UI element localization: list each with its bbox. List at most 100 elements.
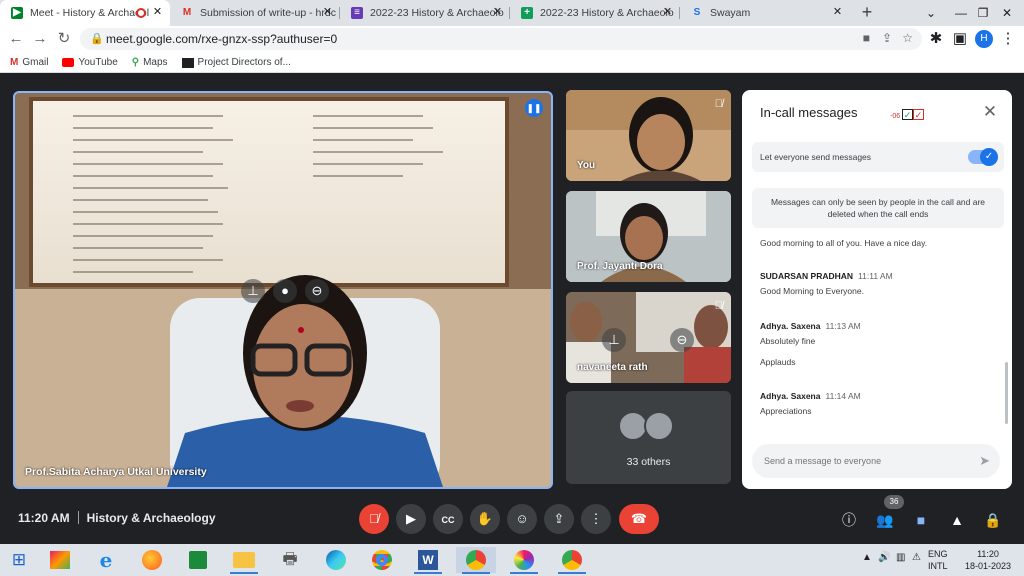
bookmark-gmail[interactable]: M Gmail xyxy=(10,57,48,68)
speaking-indicator-icon: ❚❚ xyxy=(525,99,543,117)
close-tab-icon[interactable]: ✕ xyxy=(321,6,334,19)
taskbar-chrome-2[interactable] xyxy=(552,547,592,574)
tab-title: 2022-23 History & Archaeolo xyxy=(540,7,674,19)
send-icon[interactable]: ➤ xyxy=(979,453,990,469)
language-indicator[interactable]: ENG INTL xyxy=(928,548,948,572)
message-sender: Adhya. Saxena xyxy=(760,321,821,331)
participants-count-badge: 36 xyxy=(884,495,904,509)
printer-icon: 🖶 xyxy=(282,551,298,568)
taskbar-app-media[interactable] xyxy=(40,547,80,573)
bookmark-maps[interactable]: ⚲ Maps xyxy=(132,57,168,68)
address-bar[interactable]: 🔒 meet.google.com/rxe-gnzx-ssp?authuser=… xyxy=(80,28,922,50)
forward-icon[interactable]: → xyxy=(30,29,50,49)
taskbar-printer[interactable]: 🖶 xyxy=(270,547,310,573)
mic-icon[interactable]: ● xyxy=(273,279,297,303)
reactions-button[interactable]: ☺ xyxy=(507,504,537,534)
bookmark-youtube[interactable]: YouTube xyxy=(62,57,118,68)
info-notice: Messages can only be seen by people in t… xyxy=(752,188,1004,228)
message-input[interactable] xyxy=(764,453,964,469)
back-icon[interactable]: ← xyxy=(6,29,26,49)
bookmark-label: Project Directors of... xyxy=(197,57,291,68)
tab-sheets[interactable]: + 2022-23 History & Archaeolo ✕ xyxy=(510,0,680,26)
taskbar-chrome-profile[interactable] xyxy=(456,547,496,574)
chat-message: SUDARSAN PRADHAN 11:11 AM Good Morning to… xyxy=(760,271,893,296)
meeting-info-button[interactable]: ⓘ xyxy=(838,509,860,531)
present-button[interactable]: ⇪ xyxy=(544,504,574,534)
hand-icon: ✋ xyxy=(476,511,494,526)
host-controls-button[interactable]: 🔒 xyxy=(982,509,1004,531)
activities-button[interactable]: ▲ xyxy=(946,509,968,531)
share-icon[interactable]: ⇪ xyxy=(882,31,892,45)
menu-icon[interactable]: ⋮ xyxy=(998,29,1018,49)
bookmark-star-icon[interactable]: ☆ xyxy=(902,31,913,45)
profile-avatar[interactable]: H xyxy=(975,30,993,48)
start-button[interactable]: ⊞ xyxy=(2,547,36,573)
pin-icon[interactable]: ⊥ xyxy=(241,279,265,303)
close-window-icon[interactable]: ✕ xyxy=(992,0,1022,26)
chrome-icon xyxy=(466,549,486,570)
tab-gmail[interactable]: M Submission of write-up - hrdc ✕ xyxy=(170,0,340,26)
taskbar-firefox[interactable] xyxy=(132,547,172,573)
action-center-icon[interactable]: ⚠ xyxy=(912,552,921,563)
tab-meet[interactable]: ▶ Meet - History & Archaeol ✕ xyxy=(0,0,170,26)
raise-hand-button[interactable]: ✋ xyxy=(470,504,500,534)
swayam-icon: S xyxy=(693,7,701,18)
folder-icon xyxy=(233,551,255,568)
tab-title: Meet - History & Archaeol xyxy=(30,7,150,19)
remove-icon[interactable]: ⊖ xyxy=(305,279,329,303)
taskbar-edge[interactable] xyxy=(316,547,356,573)
phone-hangup-icon: ☎ xyxy=(630,511,648,526)
taskbar-paint[interactable] xyxy=(504,547,544,574)
taskbar-explorer[interactable] xyxy=(224,547,264,574)
end-call-button[interactable]: ☎ xyxy=(619,504,659,534)
tab-forms[interactable]: ≡ 2022-23 History & Archaeolo ✕ xyxy=(340,0,510,26)
recording-indicator-icon xyxy=(136,8,146,18)
system-clock[interactable]: 11:20 18-01-2023 xyxy=(958,548,1018,572)
info-icon: ⓘ xyxy=(842,512,856,528)
others-tile[interactable]: 33 others xyxy=(566,391,731,484)
participant-tile-you[interactable]: 🎙̸ You xyxy=(566,90,731,181)
tray-overflow-icon[interactable]: ▲ xyxy=(862,552,872,563)
word-icon: W xyxy=(418,549,438,570)
side-panel-icon[interactable]: ▣ xyxy=(950,29,970,49)
message-text: Good Morning to Everyone. xyxy=(760,286,864,296)
close-tab-icon[interactable]: ✕ xyxy=(831,6,844,19)
bookmark-project-directors[interactable]: Project Directors of... xyxy=(181,57,291,68)
close-panel-icon[interactable]: ✕ xyxy=(980,102,1000,122)
message-text: Applauds xyxy=(760,357,796,367)
pin-icon[interactable]: ⊥ xyxy=(602,328,626,352)
meeting-name: History & Archaeology xyxy=(86,511,216,525)
tab-search-icon[interactable]: ⌄ xyxy=(916,0,946,26)
close-tab-icon[interactable]: ✕ xyxy=(491,6,504,19)
chat-button[interactable]: ■ xyxy=(910,509,932,531)
others-count: 33 others xyxy=(626,456,671,468)
tab-title: 2022-23 History & Archaeolo xyxy=(370,7,504,19)
extensions-icon[interactable]: ✱ xyxy=(926,29,946,49)
new-tab-button[interactable]: + xyxy=(856,2,878,24)
main-speaker-video[interactable]: ⊥ ● ⊖ ❚❚ Prof.Sabita Acharya Utkal Unive… xyxy=(13,91,553,489)
tab-swayam[interactable]: S Swayam ✕ xyxy=(680,0,850,26)
close-tab-icon[interactable]: ✕ xyxy=(151,6,164,19)
scrollbar[interactable] xyxy=(1005,362,1008,424)
allow-messages-toggle[interactable]: ✓ xyxy=(968,148,998,166)
taskbar-chrome[interactable] xyxy=(362,547,402,573)
close-tab-icon[interactable]: ✕ xyxy=(661,6,674,19)
mic-toggle-button[interactable]: 🎙̸ xyxy=(359,504,389,534)
bookmark-label: YouTube xyxy=(78,57,118,68)
more-options-button[interactable]: ⋮ xyxy=(581,504,611,534)
network-icon[interactable]: ▥ xyxy=(896,552,905,563)
mic-off-icon: 🎙̸ xyxy=(369,511,379,526)
people-button[interactable]: 👥 xyxy=(874,509,896,531)
participant-tile-navaneeta[interactable]: ⊥ ⊖ 🎙̸ navaneeta rath xyxy=(566,292,731,383)
reload-icon[interactable]: ↻ xyxy=(54,29,74,49)
bookmark-label: Gmail xyxy=(22,57,49,68)
taskbar-store[interactable] xyxy=(178,547,218,573)
camera-toggle-button[interactable]: ▶ xyxy=(396,504,426,534)
volume-icon[interactable]: 🔊 xyxy=(878,552,890,563)
captions-button[interactable]: CC xyxy=(433,504,463,534)
taskbar-word[interactable]: W xyxy=(408,547,448,574)
participant-tile-jayanti[interactable]: Prof. Jayanti Dora xyxy=(566,191,731,282)
camera-icon[interactable]: ■ xyxy=(863,31,870,45)
taskbar-ie[interactable]: e xyxy=(86,547,126,573)
remove-icon[interactable]: ⊖ xyxy=(670,328,694,352)
